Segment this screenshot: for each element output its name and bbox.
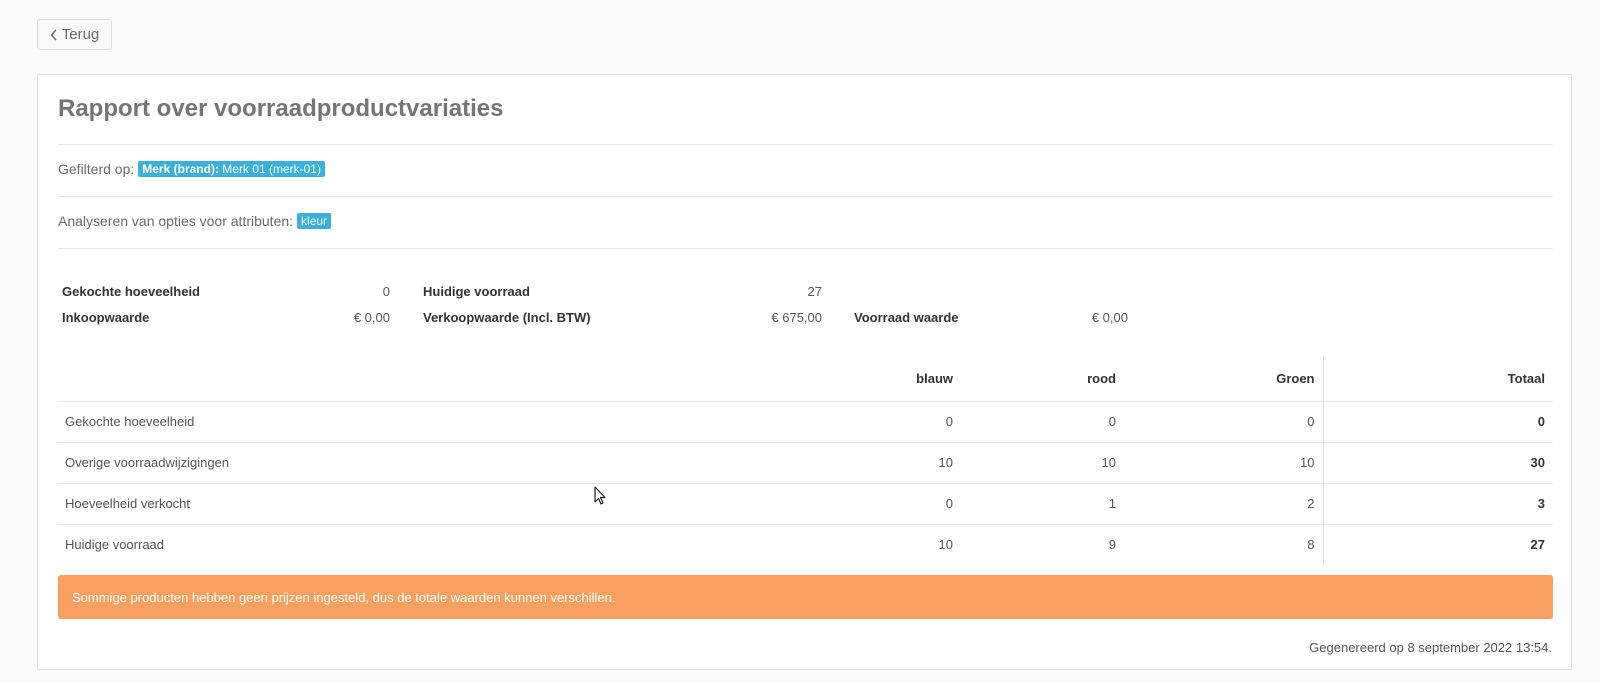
column-header: blauw <box>761 356 961 402</box>
table-row: Huidige voorraad 10 9 8 27 <box>58 523 1553 565</box>
back-button-label: Terug <box>61 26 100 43</box>
row-total: 30 <box>1322 441 1553 483</box>
attributes-label: Analyseren van opties voor attributen: <box>58 213 294 229</box>
row-label: Overige voorraadwijzigingen <box>58 441 761 483</box>
page-title: Rapport over voorraadproductvariaties <box>58 95 504 122</box>
back-button[interactable]: Terug <box>37 19 112 50</box>
mouse-cursor-icon <box>594 486 608 511</box>
row-total: 3 <box>1322 482 1553 524</box>
column-header: Groen <box>1124 356 1323 402</box>
table-cell: 1 <box>961 482 1124 524</box>
sales-value-value: € 675,00 <box>771 310 822 325</box>
row-total: 0 <box>1322 400 1553 442</box>
generated-timestamp: Gegenereerd op 8 september 2022 13:54. <box>1309 640 1552 655</box>
row-label: Hoeveelheid verkocht <box>58 482 761 524</box>
row-total: 27 <box>1322 523 1553 565</box>
divider <box>58 196 1553 197</box>
purchased-qty-value: 0 <box>382 284 390 299</box>
table-cell: 0 <box>761 400 961 442</box>
filter-badge-key: Merk (brand): <box>142 162 219 176</box>
purchase-value-label: Inkoopwaarde <box>62 310 150 325</box>
report-card: Rapport over voorraadproductvariaties Ge… <box>37 74 1572 670</box>
table-header-row: blauw rood Groen Totaal <box>58 356 1553 402</box>
table-cell: 2 <box>1124 482 1323 524</box>
table-cell: 10 <box>961 441 1124 483</box>
table-cell: 10 <box>1124 441 1323 483</box>
table-row: Overige voorraadwijzigingen 10 10 10 30 <box>58 441 1553 483</box>
filter-label: Gefilterd op: <box>58 161 135 177</box>
warning-alert: Sommige producten hebben geen prijzen in… <box>58 575 1553 619</box>
attribute-badge: kleur <box>297 213 332 229</box>
stock-value-label: Voorraad waarde <box>854 310 959 325</box>
chevron-left-icon <box>50 29 58 41</box>
table-cell: 0 <box>961 400 1124 442</box>
table-cell: 10 <box>761 523 961 565</box>
table-cell: 10 <box>761 441 961 483</box>
purchase-value-value: € 0,00 <box>353 310 390 325</box>
attributes-line: Analyseren van opties voor attributen: k… <box>58 213 332 229</box>
sales-value-label: Verkoopwaarde (Incl. BTW) <box>423 310 591 325</box>
row-label: Huidige voorraad <box>58 523 761 565</box>
table-row: Hoeveelheid verkocht 0 1 2 3 <box>58 482 1553 524</box>
current-stock-value: 27 <box>807 284 822 299</box>
filter-badge: Merk (brand): Merk 01 (merk-01) <box>138 161 325 177</box>
table-cell: 9 <box>961 523 1124 565</box>
current-stock-label: Huidige voorraad <box>423 284 530 299</box>
table-cell: 0 <box>761 482 961 524</box>
column-header: rood <box>961 356 1124 402</box>
purchased-qty-label: Gekochte hoeveelheid <box>62 284 200 299</box>
stock-value-value: € 0,00 <box>1091 310 1128 325</box>
filter-badge-value: Merk 01 (merk-01) <box>222 162 321 176</box>
table-cell: 0 <box>1124 400 1323 442</box>
table-cell: 8 <box>1124 523 1323 565</box>
variation-table: blauw rood Groen Totaal Gekochte hoeveel… <box>58 356 1553 565</box>
divider <box>58 144 1553 145</box>
divider <box>58 248 1553 249</box>
table-row: Gekochte hoeveelheid 0 0 0 0 <box>58 400 1553 442</box>
column-header-total: Totaal <box>1322 356 1553 402</box>
row-label: Gekochte hoeveelheid <box>58 400 761 442</box>
filter-line: Gefilterd op: Merk (brand): Merk 01 (mer… <box>58 161 325 177</box>
